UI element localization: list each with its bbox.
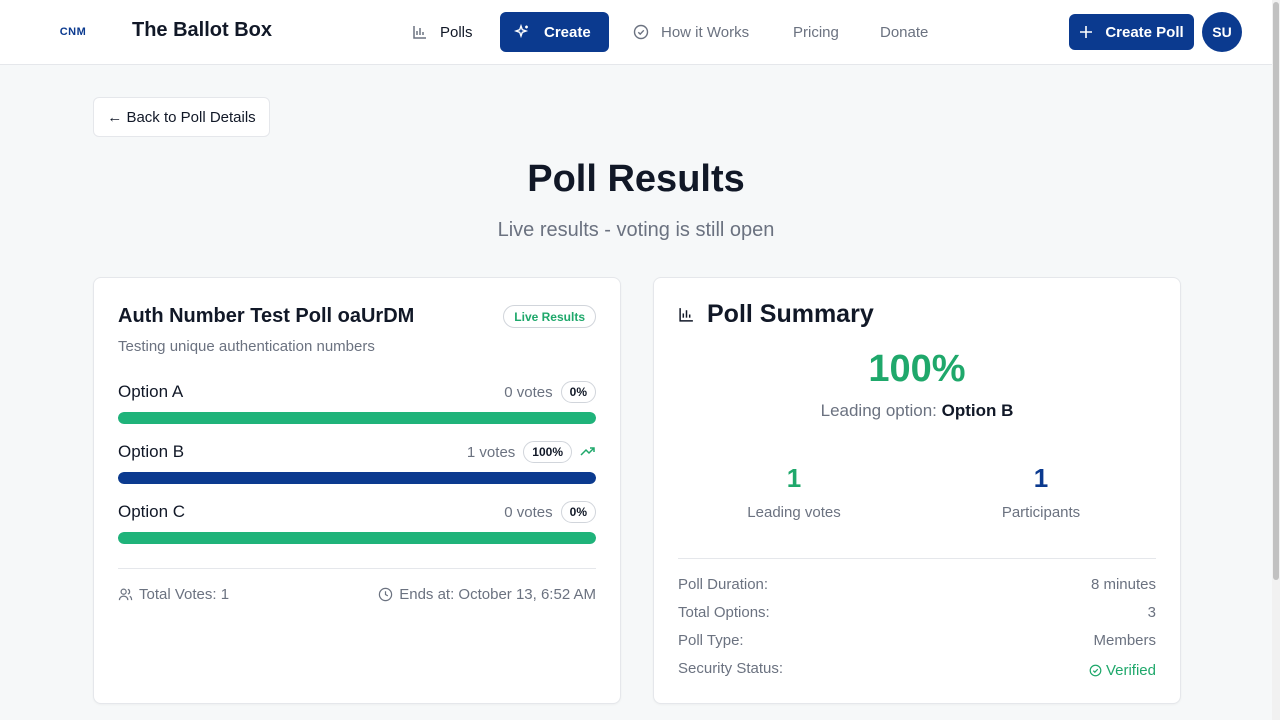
detail-value: Members — [1093, 632, 1156, 649]
leading-option-label: Leading option: — [820, 401, 937, 420]
detail-label: Total Options: — [678, 604, 770, 621]
detail-value: Verified — [1105, 661, 1156, 679]
brand-name[interactable]: The Ballot Box — [132, 19, 272, 42]
nav-donate[interactable]: Donate — [864, 12, 944, 52]
stat-label: Participants — [1001, 504, 1081, 521]
detail-label: Poll Type: — [678, 632, 744, 649]
trending-up-icon — [580, 447, 595, 456]
option-meta: 0 votes 0% — [504, 500, 596, 524]
option-votes: 0 votes — [504, 383, 553, 401]
back-to-poll-details-button[interactable]: ← Back to Poll Details — [93, 97, 270, 137]
clock-icon — [379, 587, 393, 602]
option-bar-fill — [118, 472, 596, 484]
option-votes: 0 votes — [504, 503, 553, 521]
option-bar — [118, 532, 596, 544]
option-row-c: Option C 0 votes 0% — [118, 500, 596, 552]
summary-title-label: Poll Summary — [707, 300, 874, 328]
stat-leading-votes: 1 Leading votes — [694, 463, 894, 521]
check-circle-icon — [1089, 664, 1102, 676]
option-bar-fill — [118, 532, 596, 544]
bar-chart-icon — [413, 26, 426, 39]
option-row-b: Option B 1 votes 100% — [118, 440, 596, 492]
stat-value: 1 — [1033, 463, 1049, 493]
option-percent-badge: 100% — [523, 441, 572, 463]
nav-create-label: Create — [544, 23, 591, 41]
verified-status: Verified — [1089, 660, 1156, 680]
poll-title: Auth Number Test Poll oaUrDM — [118, 305, 415, 327]
nav-donate-label: Donate — [880, 23, 929, 41]
sparkles-icon — [514, 24, 529, 39]
option-percent-badge: 0% — [560, 381, 596, 403]
page-title: Poll Results — [527, 158, 745, 200]
bar-chart-icon — [679, 308, 693, 322]
option-name: Option B — [118, 442, 185, 461]
nav-how-it-works-label: How it Works — [661, 23, 750, 41]
stat-label: Leading votes — [747, 504, 841, 521]
nav-polls-label: Polls — [440, 23, 473, 41]
nav-create[interactable]: Create — [500, 12, 609, 52]
detail-value: 3 — [1147, 604, 1156, 621]
option-name: Option C — [118, 502, 186, 521]
leading-option-value: Option B — [941, 401, 1014, 420]
page-subtitle: Live results - voting is still open — [497, 219, 775, 241]
option-bar — [118, 412, 596, 424]
option-bar-fill — [118, 412, 596, 424]
option-name: Option A — [118, 382, 184, 401]
detail-poll-duration: Poll Duration: 8 minutes — [678, 576, 1156, 596]
detail-label: Security Status: — [678, 660, 784, 677]
scrollbar[interactable] — [1272, 0, 1280, 720]
leading-option-line: Leading option: Option B — [654, 401, 1180, 421]
option-row-a: Option A 0 votes 0% — [118, 380, 596, 432]
stat-value: 1 — [786, 463, 802, 493]
option-percent-badge: 0% — [560, 501, 596, 523]
poll-description: Testing unique authentication numbers — [118, 338, 375, 355]
nav-pricing-label: Pricing — [793, 23, 839, 41]
nav-how-it-works[interactable]: How it Works — [617, 12, 765, 52]
option-bar — [118, 472, 596, 484]
create-poll-button[interactable]: Create Poll — [1069, 14, 1194, 50]
divider — [118, 568, 596, 569]
detail-label: Poll Duration: — [678, 576, 769, 593]
create-poll-label: Create Poll — [1105, 23, 1184, 41]
ends-at: Ends at: October 13, 6:52 AM — [378, 586, 596, 603]
detail-total-options: Total Options: 3 — [678, 604, 1156, 624]
stat-participants: 1 Participants — [941, 463, 1141, 521]
plus-icon — [1080, 26, 1093, 38]
detail-value: 8 minutes — [1090, 576, 1156, 593]
summary-title: Poll Summary — [678, 300, 874, 329]
option-votes: 1 votes — [466, 443, 516, 461]
option-meta: 1 votes 100% — [467, 440, 596, 464]
top-navbar: CNM The Ballot Box Polls Create How it W… — [0, 0, 1272, 65]
logo[interactable]: CNM — [56, 20, 90, 44]
users-icon — [118, 588, 133, 601]
live-results-badge: Live Results — [503, 305, 596, 328]
poll-summary-card: Poll Summary 100% Leading option: Option… — [653, 277, 1181, 704]
nav-pricing[interactable]: Pricing — [777, 12, 855, 52]
ends-at-label: Ends at: October 13, 6:52 AM — [399, 586, 596, 603]
leading-percentage: 100% — [868, 348, 966, 390]
detail-security-status: Security Status: Verified — [678, 660, 1156, 680]
detail-poll-type: Poll Type: Members — [678, 632, 1156, 652]
total-votes-label: Total Votes: 1 — [139, 586, 230, 603]
poll-results-card: Auth Number Test Poll oaUrDM Live Result… — [93, 277, 621, 704]
check-circle-icon — [633, 24, 649, 40]
option-meta: 0 votes 0% — [504, 380, 596, 404]
nav-polls[interactable]: Polls — [396, 12, 489, 52]
scrollbar-thumb[interactable] — [1273, 2, 1279, 580]
user-avatar[interactable]: SU — [1202, 12, 1242, 52]
divider — [678, 558, 1156, 559]
total-votes: Total Votes: 1 — [118, 586, 229, 603]
